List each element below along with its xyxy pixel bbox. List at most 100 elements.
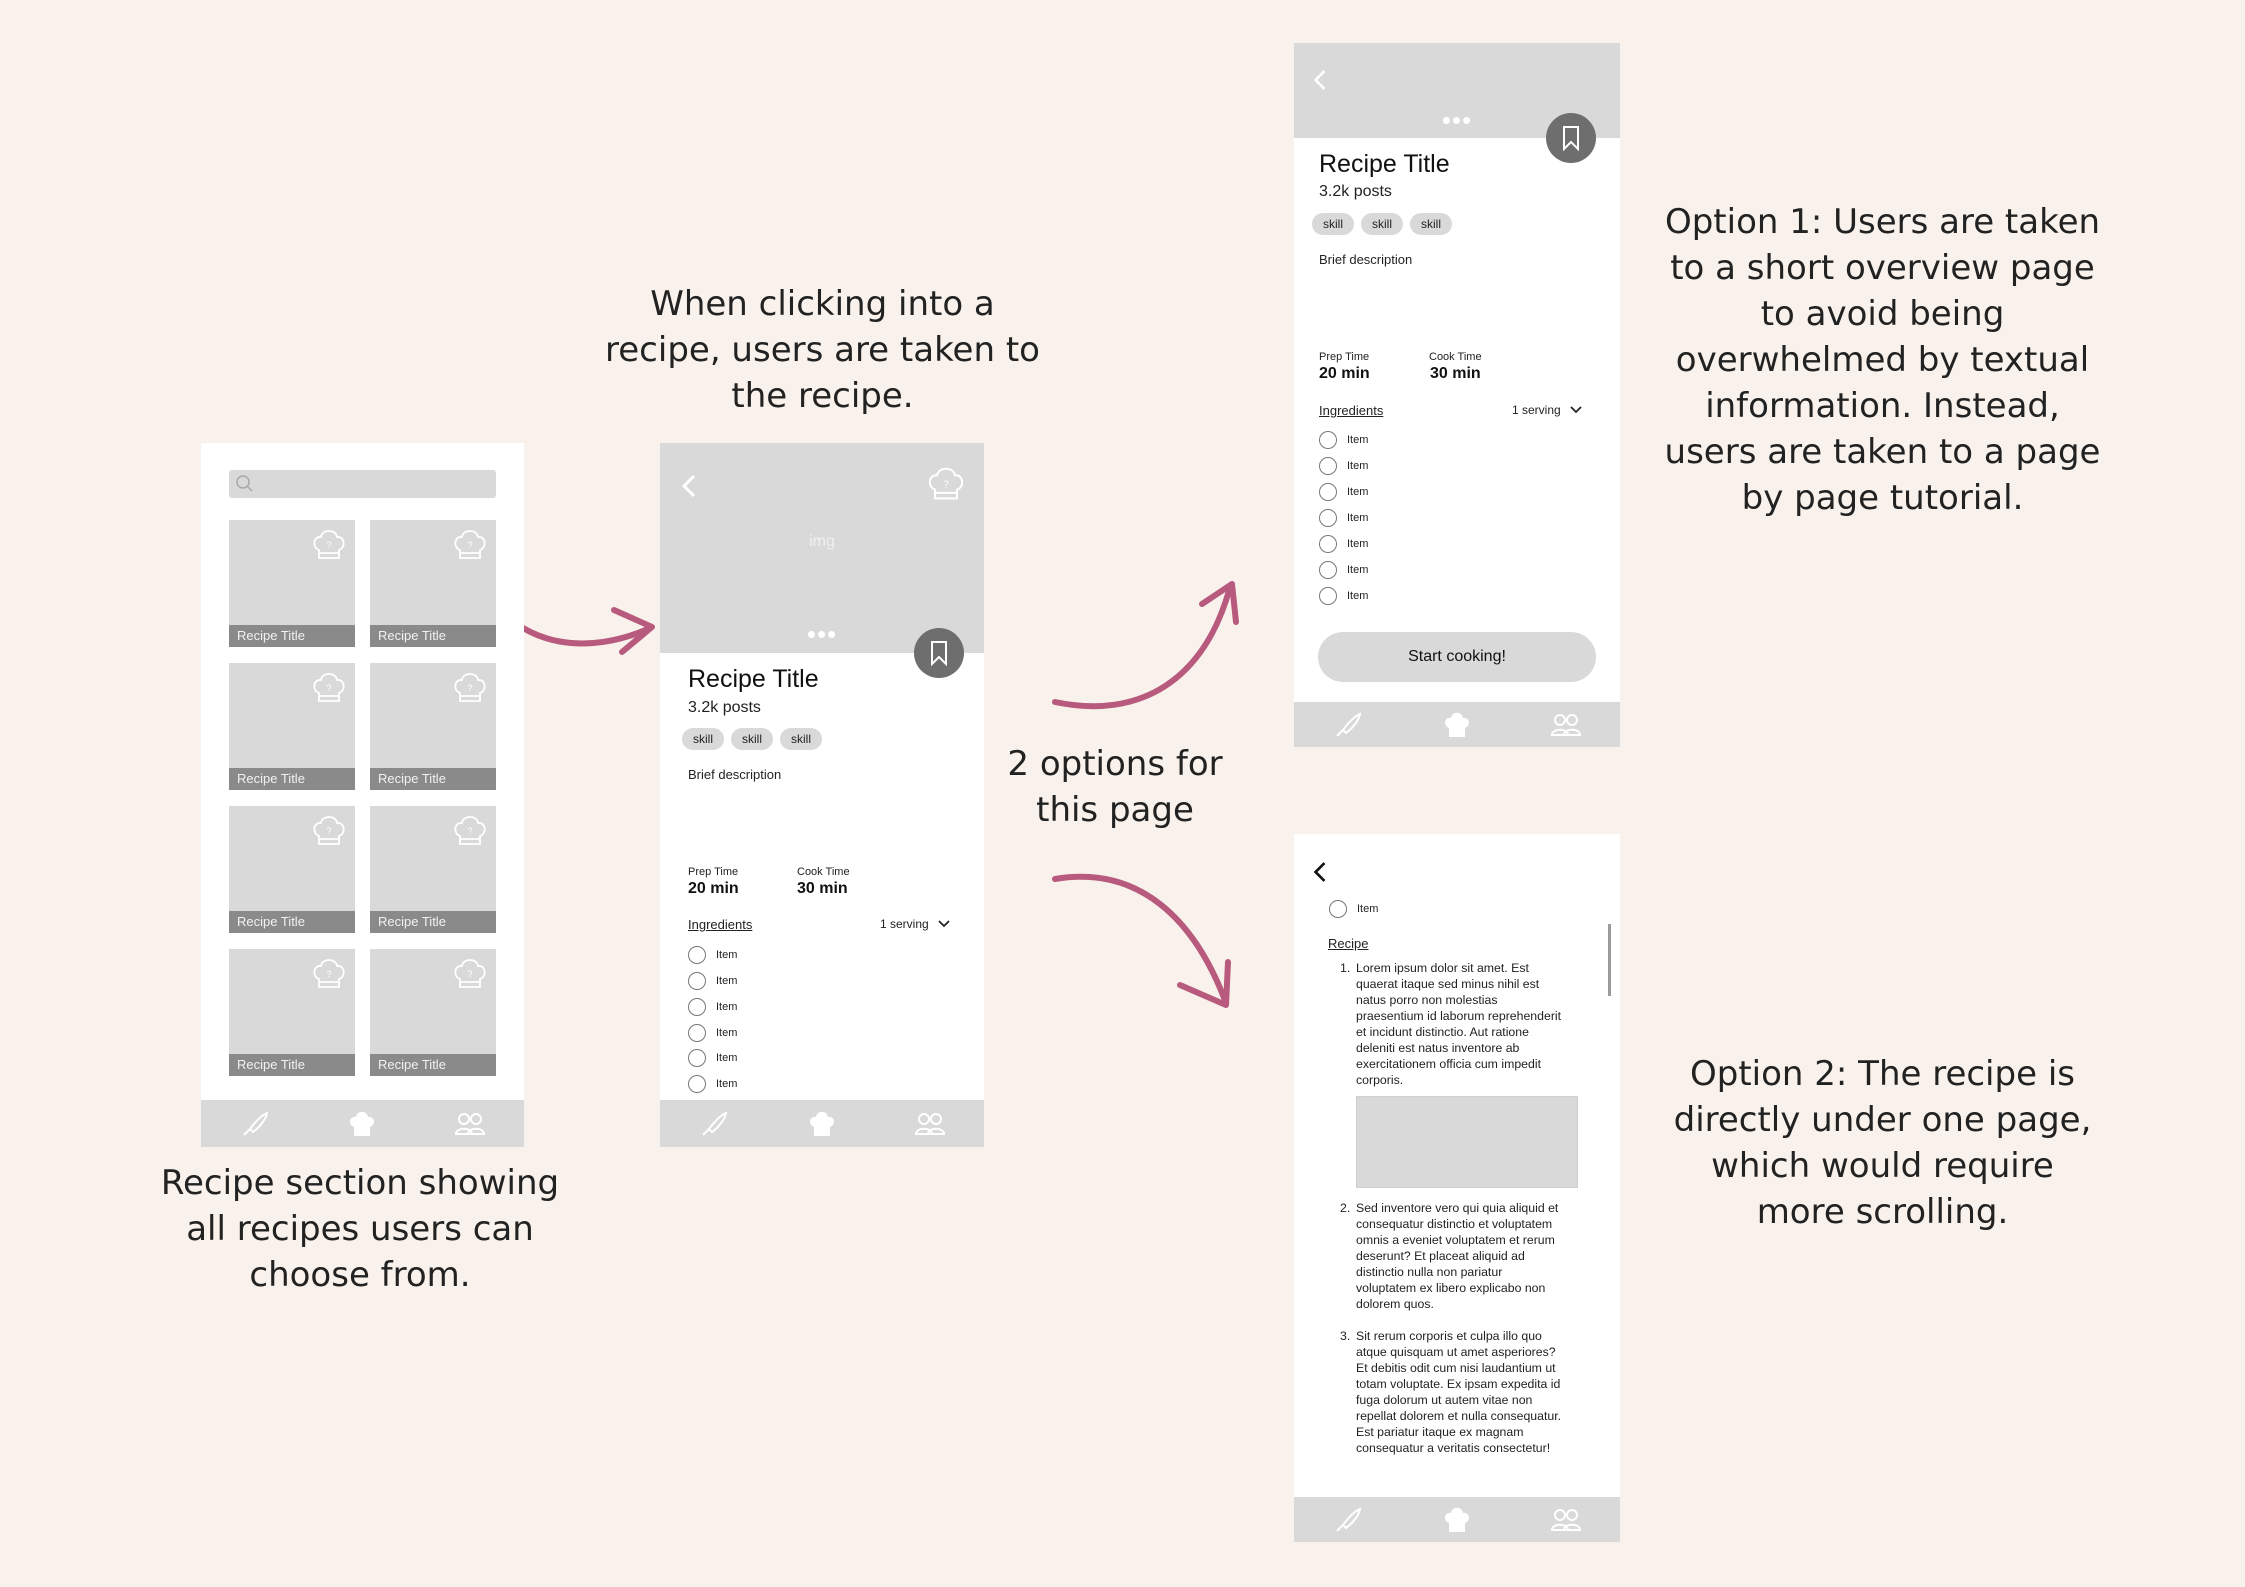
ingredient-item[interactable]: Item <box>688 1024 737 1042</box>
bookmark-button[interactable] <box>914 628 964 678</box>
ingredient-checkbox[interactable] <box>1319 587 1337 605</box>
recipe-card[interactable]: ? Recipe Title <box>229 949 355 1076</box>
search-input[interactable] <box>229 470 496 498</box>
search-icon <box>236 475 253 492</box>
users-icon[interactable] <box>913 1109 947 1139</box>
post-count: 3.2k posts <box>1319 183 1392 200</box>
post-count: 3.2k posts <box>688 699 761 716</box>
option1-overview-screen: ••• Recipe Title 3.2k posts skill skill … <box>1294 43 1620 747</box>
ingredient-checkbox[interactable] <box>688 998 706 1016</box>
chef-hat-icon[interactable] <box>1440 1505 1474 1535</box>
recipe-step: 2. Sed inventore vero qui quia aliquid e… <box>1340 1201 1559 1311</box>
recipe-card[interactable]: ? Recipe Title <box>370 806 496 933</box>
ingredient-item[interactable]: Item <box>688 1049 737 1067</box>
ingredient-item[interactable]: Item <box>1329 900 1378 918</box>
brief-description: Brief description <box>1319 252 1413 267</box>
recipe-card[interactable]: ? Recipe Title <box>229 806 355 933</box>
scrollbar[interactable] <box>1608 924 1611 996</box>
skill-chip[interactable]: skill <box>1312 213 1354 235</box>
bottom-nav <box>1294 702 1620 747</box>
chef-hat-icon: ? <box>313 673 345 702</box>
step-image-placeholder <box>1356 1096 1578 1188</box>
ingredient-checkbox[interactable] <box>1329 900 1347 918</box>
ingredient-item[interactable]: Item <box>1319 561 1368 579</box>
recipe-card-title: Recipe Title <box>229 625 355 647</box>
chef-hat-icon[interactable] <box>805 1109 839 1139</box>
skill-chip[interactable]: skill <box>1410 213 1452 235</box>
ingredient-checkbox[interactable] <box>1319 457 1337 475</box>
ingredient-item[interactable]: Item <box>688 1075 737 1093</box>
chef-hat-icon[interactable] <box>1440 710 1474 740</box>
ingredient-checkbox[interactable] <box>1319 561 1337 579</box>
ingredient-item[interactable]: Item <box>688 998 737 1016</box>
knife-icon[interactable] <box>1331 1505 1365 1535</box>
skill-chips: skill skill skill <box>682 728 822 750</box>
recipe-card[interactable]: ? Recipe Title <box>370 949 496 1076</box>
brief-description: Brief description <box>688 767 782 782</box>
cook-time-value: 30 min <box>797 880 848 897</box>
serving-select[interactable]: 1 serving <box>880 917 951 931</box>
ingredient-item[interactable]: Item <box>1319 431 1368 449</box>
bookmark-button[interactable] <box>1546 113 1596 163</box>
ingredient-checkbox[interactable] <box>1319 509 1337 527</box>
chef-hat-icon: ? <box>454 530 486 559</box>
ingredient-checkbox[interactable] <box>1319 535 1337 553</box>
users-icon[interactable] <box>453 1109 487 1139</box>
ingredient-item[interactable]: Item <box>1319 535 1368 553</box>
serving-select[interactable]: 1 serving <box>1512 403 1583 417</box>
chef-hat-icon: ? <box>928 467 964 500</box>
bottom-nav <box>1294 1497 1620 1542</box>
chef-hat-icon: ? <box>454 959 486 988</box>
svg-text:?: ? <box>467 826 472 836</box>
ingredient-checkbox[interactable] <box>1319 431 1337 449</box>
recipe-card[interactable]: ? Recipe Title <box>370 520 496 647</box>
cook-time-value: 30 min <box>1430 365 1481 382</box>
ingredient-item[interactable]: Item <box>1319 587 1368 605</box>
recipe-card-title: Recipe Title <box>370 625 496 647</box>
recipe-section-label: Recipe <box>1328 936 1369 951</box>
recipe-card-title: Recipe Title <box>229 911 355 933</box>
ingredient-checkbox[interactable] <box>688 1024 706 1042</box>
serving-value: 1 serving <box>1512 403 1561 417</box>
skill-chip[interactable]: skill <box>731 728 773 750</box>
recipe-card[interactable]: ? Recipe Title <box>229 663 355 790</box>
carousel-dots: ••• <box>1441 105 1473 135</box>
ingredient-checkbox[interactable] <box>688 1075 706 1093</box>
arrow-to-detail-head <box>611 607 655 655</box>
back-icon[interactable] <box>680 473 698 499</box>
ingredient-checkbox[interactable] <box>688 972 706 990</box>
ingredient-item[interactable]: Item <box>688 972 737 990</box>
bookmark-icon <box>1563 126 1579 151</box>
cook-time-label: Cook Time <box>797 866 850 878</box>
chef-hat-icon: ? <box>454 816 486 845</box>
knife-icon[interactable] <box>697 1109 731 1139</box>
back-icon[interactable] <box>1312 68 1328 92</box>
ingredient-checkbox[interactable] <box>688 1049 706 1067</box>
ingredient-checkbox[interactable] <box>1319 483 1337 501</box>
ingredient-item[interactable]: Item <box>1319 483 1368 501</box>
skill-chip[interactable]: skill <box>1361 213 1403 235</box>
users-icon[interactable] <box>1549 1505 1583 1535</box>
ingredient-item[interactable]: Item <box>1319 457 1368 475</box>
chef-hat-icon[interactable] <box>345 1109 379 1139</box>
ingredient-item[interactable]: Item <box>688 946 737 964</box>
back-icon[interactable] <box>1312 860 1328 884</box>
skill-chip[interactable]: skill <box>682 728 724 750</box>
image-placeholder-label: img <box>809 533 835 550</box>
recipe-card[interactable]: ? Recipe Title <box>370 663 496 790</box>
ingredient-item[interactable]: Item <box>1319 509 1368 527</box>
recipe-card-title: Recipe Title <box>229 1054 355 1076</box>
skill-chips: skill skill skill <box>1312 213 1452 235</box>
svg-text:?: ? <box>467 540 472 550</box>
users-icon[interactable] <box>1549 710 1583 740</box>
knife-icon[interactable] <box>1331 710 1365 740</box>
skill-chip[interactable]: skill <box>780 728 822 750</box>
start-cooking-button[interactable]: Start cooking! <box>1318 632 1596 682</box>
recipe-detail-screen: ? img ••• Recipe Title 3.2k posts skill … <box>660 443 984 1147</box>
bookmark-icon <box>931 641 947 666</box>
bottom-nav <box>660 1100 984 1147</box>
knife-icon[interactable] <box>238 1109 272 1139</box>
prep-time-label: Prep Time <box>688 866 739 878</box>
recipe-card[interactable]: ? Recipe Title <box>229 520 355 647</box>
ingredient-checkbox[interactable] <box>688 946 706 964</box>
